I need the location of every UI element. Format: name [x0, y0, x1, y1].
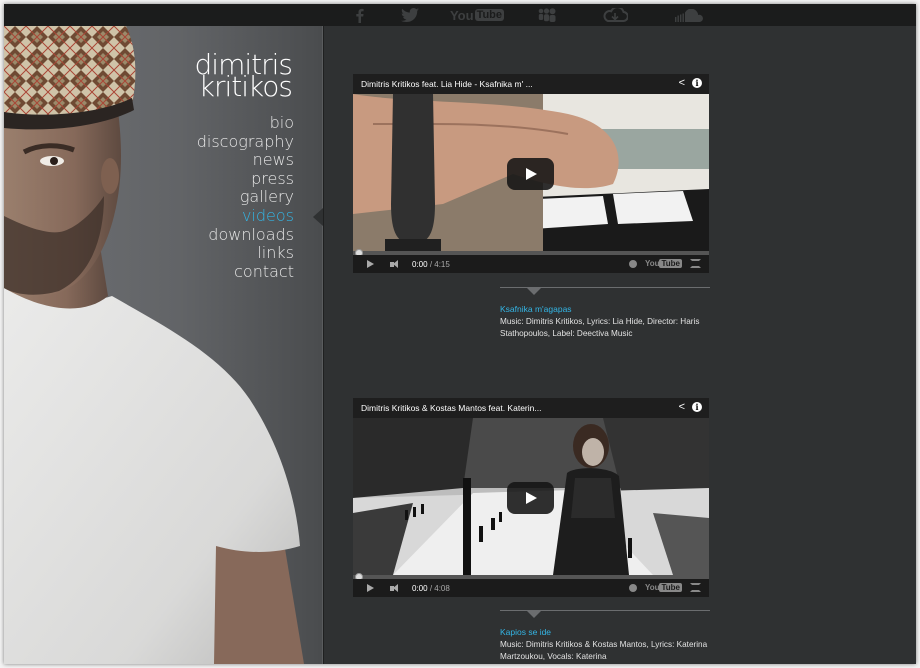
play-button[interactable] [507, 158, 554, 190]
volume-icon[interactable] [390, 583, 402, 593]
play-icon[interactable] [367, 260, 374, 268]
duration: / 4:08 [429, 583, 450, 593]
watch-later-icon[interactable] [628, 259, 637, 268]
video-player[interactable]: Dimitris Kritikos feat. Lia Hide - Ksafn… [353, 74, 709, 273]
volume-icon[interactable] [390, 259, 402, 269]
play-button[interactable] [507, 482, 554, 514]
video-thumbnail[interactable] [353, 418, 709, 575]
nav-item-press[interactable]: press [197, 169, 294, 189]
play-icon[interactable] [367, 584, 374, 592]
video-thumbnail[interactable] [353, 94, 709, 251]
nav-item-discography[interactable]: discography [197, 132, 294, 152]
video-title-bar: Dimitris Kritikos & Kostas Mantos feat. … [353, 398, 709, 418]
caption-divider [500, 610, 710, 618]
logo-last-name: kritikos [198, 70, 293, 103]
watch-later-icon[interactable] [628, 583, 637, 592]
video-title-bar: Dimitris Kritikos feat. Lia Hide - Ksafn… [353, 74, 709, 94]
youtube-you-label: You [449, 7, 474, 23]
video-title[interactable]: Dimitris Kritikos & Kostas Mantos feat. … [361, 403, 541, 413]
nav-item-bio[interactable]: bio [197, 113, 294, 133]
fullscreen-icon[interactable] [690, 583, 701, 592]
info-icon[interactable]: i [692, 78, 702, 88]
current-time: 0:00 [412, 583, 428, 593]
twitter-icon[interactable] [400, 4, 420, 26]
cloud-icon[interactable] [601, 4, 629, 26]
active-nav-pointer [313, 208, 323, 226]
caption-title[interactable]: Kapios se ide [500, 627, 710, 637]
fullscreen-icon[interactable] [690, 259, 701, 268]
youtube-logo-icon[interactable]: You Tube [645, 259, 682, 268]
video-time: 0:00 / 4:15 [412, 260, 450, 269]
video-caption: Ksafnika m'agapas Music: Dimitris Kritik… [500, 287, 710, 340]
video-controls: 0:00 / 4:15 You Tube [353, 255, 709, 273]
facebook-icon[interactable] [352, 4, 366, 26]
video-controls: 0:00 / 4:08 You Tube [353, 579, 709, 597]
info-icon[interactable]: i [692, 402, 702, 412]
panel-divider [322, 26, 324, 664]
soundcloud-icon[interactable] [672, 4, 704, 26]
nav-item-contact[interactable]: contact [197, 262, 294, 282]
youtube-tube-label: Tube [474, 9, 505, 21]
caption-description: Music: Dimitris Kritikos & Kostas Mantos… [500, 640, 708, 661]
share-icon[interactable]: < [679, 77, 685, 89]
video-player[interactable]: Dimitris Kritikos & Kostas Mantos feat. … [353, 398, 709, 597]
share-icon[interactable]: < [679, 401, 685, 413]
site-logo[interactable]: dimitris kritikos [195, 51, 293, 103]
video-time: 0:00 / 4:08 [412, 584, 450, 593]
video-caption: Kapios se ide Music: Dimitris Kritikos &… [500, 610, 710, 663]
duration: / 4:15 [429, 259, 450, 269]
nav-item-gallery[interactable]: gallery [197, 188, 294, 207]
myspace-icon[interactable] [537, 4, 557, 26]
current-time: 0:00 [412, 259, 428, 269]
nav-item-links[interactable]: links [197, 244, 294, 263]
youtube-logo-icon[interactable]: You Tube [645, 583, 682, 592]
page-frame: You Tube dimitris kritikos bio discograp… [4, 4, 916, 664]
social-bar: You Tube [4, 4, 916, 26]
youtube-icon[interactable]: You Tube [450, 4, 505, 26]
main-nav: bio discography news press gallery video… [197, 113, 294, 282]
nav-item-videos[interactable]: videos [197, 206, 294, 226]
nav-item-news[interactable]: news [197, 151, 294, 170]
artist-panel: dimitris kritikos bio discography news p… [4, 26, 322, 664]
caption-title[interactable]: Ksafnika m'agapas [500, 304, 710, 314]
caption-divider [500, 287, 710, 295]
nav-item-downloads[interactable]: downloads [197, 225, 294, 245]
caption-description: Music: Dimitris Kritikos, Lyrics: Lia Hi… [500, 317, 700, 338]
video-title[interactable]: Dimitris Kritikos feat. Lia Hide - Ksafn… [361, 79, 533, 89]
